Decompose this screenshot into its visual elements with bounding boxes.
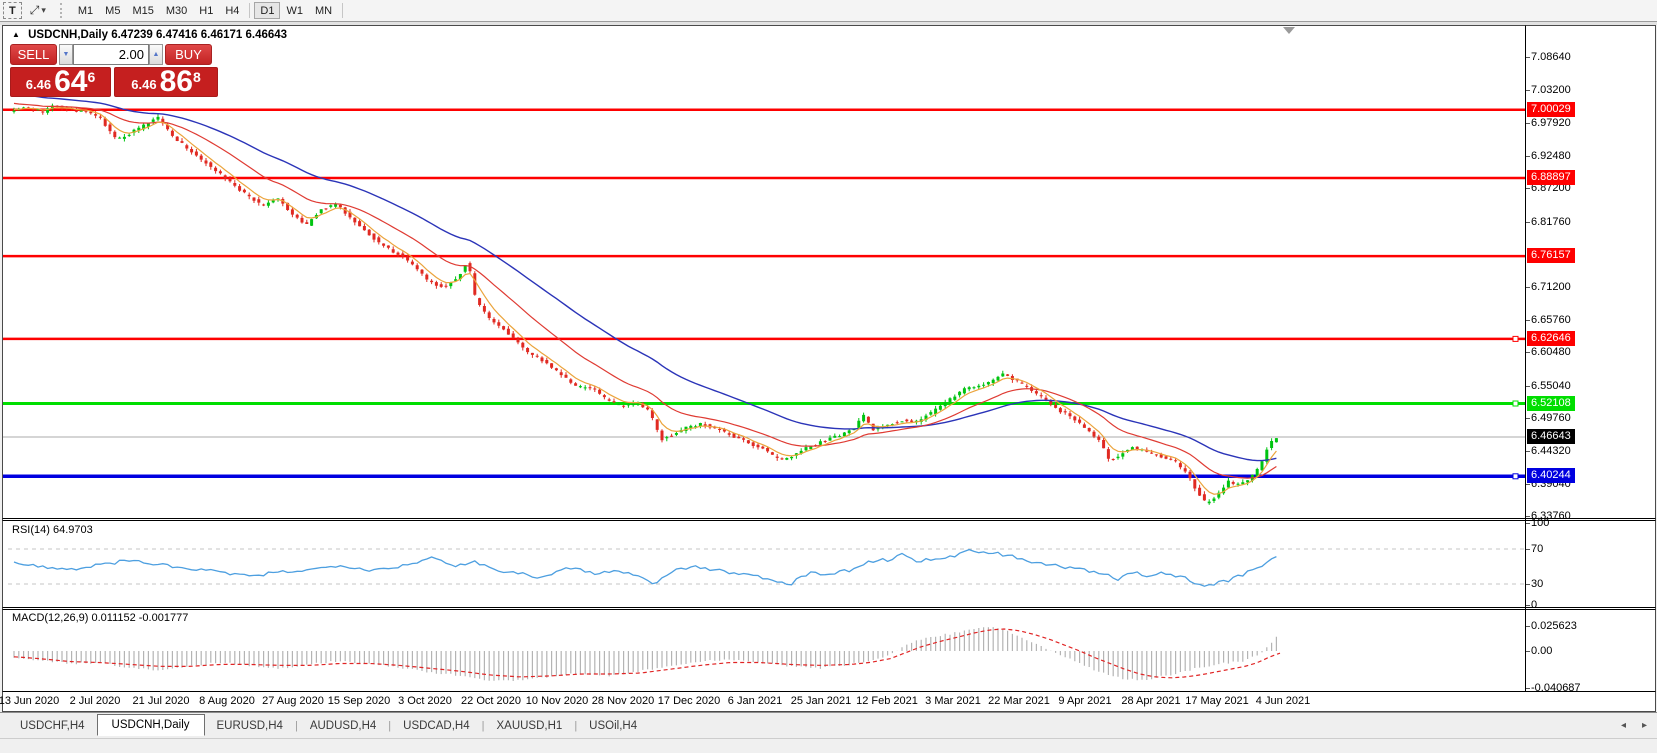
tab-scroll-right-icon[interactable]: ▸ <box>1642 720 1647 731</box>
chart-tab-usdcnh[interactable]: USDCNH,Daily <box>97 714 205 736</box>
buy-price-small: 6.46 <box>131 77 156 92</box>
price-axis-tick[interactable]: 6.60480 <box>1531 345 1571 359</box>
price-axis-tick[interactable]: 6.65760 <box>1531 313 1571 327</box>
chart-title: ▲ USDCNH,Daily 6.47239 6.47416 6.46171 6… <box>12 29 287 41</box>
buy-button[interactable]: BUY <box>165 44 212 65</box>
sell-button[interactable]: SELL <box>10 44 57 65</box>
level-price-tag[interactable]: 6.40244 <box>1527 468 1575 483</box>
price-axis-tick[interactable]: 6.92480 <box>1531 149 1571 163</box>
sell-price-small: 6.46 <box>26 77 51 92</box>
macd-axis-tick[interactable]: 0.00 <box>1531 644 1552 658</box>
date-axis-label[interactable]: 27 Aug 2020 <box>262 695 324 707</box>
price-axis-tick[interactable]: 7.03200 <box>1531 83 1571 97</box>
date-axis-label[interactable]: 13 Jun 2020 <box>0 695 59 707</box>
mt4-terminal: T ⤢ ▾ M1M5M15M30H1H4D1W1MN ▲ USDCNH,Dail… <box>0 0 1657 753</box>
rsi-axis-tick[interactable]: 100 <box>1531 516 1549 530</box>
macd-axis-tick[interactable]: -0.040687 <box>1531 681 1581 695</box>
date-axis-label[interactable]: 6 Jan 2021 <box>728 695 782 707</box>
tab-scroll-left-icon[interactable]: ◂ <box>1621 720 1626 731</box>
price-axis-tick[interactable]: 7.08640 <box>1531 50 1571 64</box>
price-axis-tick[interactable]: 6.44320 <box>1531 444 1571 458</box>
volume-increase-button[interactable]: ▲ <box>149 44 163 65</box>
date-axis-label[interactable]: 25 Jan 2021 <box>791 695 852 707</box>
rsi-axis-tick[interactable]: 0 <box>1531 598 1537 612</box>
one-click-trading-panel: SELL ▼ ▲ BUY 6.46 64 6 6.46 86 8 <box>10 44 218 97</box>
volume-decrease-button[interactable]: ▼ <box>59 44 73 65</box>
date-axis-label[interactable]: 3 Mar 2021 <box>925 695 981 707</box>
collapse-arrow-icon[interactable]: ▲ <box>12 30 20 39</box>
sell-price-sup: 6 <box>87 69 95 85</box>
current-price-tag[interactable]: 6.46643 <box>1527 429 1575 444</box>
date-axis-label[interactable]: 2 Jul 2020 <box>70 695 121 707</box>
date-axis-label[interactable]: 10 Nov 2020 <box>526 695 588 707</box>
buy-price-big: 86 <box>160 69 193 95</box>
buy-price-display[interactable]: 6.46 86 8 <box>114 67 218 97</box>
chart-tab-usoil[interactable]: USOil,H4 <box>577 716 649 736</box>
chart-tab-eurusd[interactable]: EURUSD,H4 <box>205 716 295 736</box>
chart-tab-xauusd[interactable]: XAUUSD,H1 <box>484 716 574 736</box>
date-axis-label[interactable]: 8 Aug 2020 <box>199 695 255 707</box>
date-axis-label[interactable]: 21 Jul 2020 <box>133 695 190 707</box>
level-price-tag[interactable]: 6.52108 <box>1527 396 1575 411</box>
sell-price-big: 64 <box>54 69 87 95</box>
price-axis-tick[interactable]: 6.49760 <box>1531 411 1571 425</box>
macd-axis-tick[interactable]: 0.025623 <box>1531 619 1577 633</box>
chart-canvas[interactable] <box>0 0 1657 753</box>
symbol-period-label: USDCNH,Daily <box>28 29 108 41</box>
date-axis-label[interactable]: 4 Jun 2021 <box>1256 695 1310 707</box>
rsi-axis-tick[interactable]: 30 <box>1531 577 1543 591</box>
price-axis-tick[interactable]: 6.55040 <box>1531 379 1571 393</box>
date-axis-label[interactable]: 15 Sep 2020 <box>328 695 390 707</box>
date-axis-label[interactable]: 28 Nov 2020 <box>592 695 654 707</box>
buy-price-sup: 8 <box>193 69 201 85</box>
tab-scroll-buttons: ◂ ▸ <box>1621 712 1647 738</box>
sell-price-display[interactable]: 6.46 64 6 <box>10 67 111 97</box>
price-axis-tick[interactable]: 6.71200 <box>1531 280 1571 294</box>
level-price-tag[interactable]: 6.76157 <box>1527 248 1575 263</box>
date-axis-label[interactable]: 9 Apr 2021 <box>1058 695 1111 707</box>
rsi-axis-tick[interactable]: 70 <box>1531 542 1543 556</box>
rsi-label: RSI(14) 64.9703 <box>12 524 93 536</box>
date-axis-label[interactable]: 22 Oct 2020 <box>461 695 521 707</box>
spinner-down-icon: ▼ <box>63 51 70 58</box>
price-axis-tick[interactable]: 6.81760 <box>1531 215 1571 229</box>
date-axis-label[interactable]: 28 Apr 2021 <box>1121 695 1180 707</box>
chart-tab-usdcad[interactable]: USDCAD,H4 <box>391 716 481 736</box>
chart-tab-usdchf[interactable]: USDCHF,H4 <box>8 716 97 736</box>
date-axis-label[interactable]: 3 Oct 2020 <box>398 695 452 707</box>
chart-tab-audusd[interactable]: AUDUSD,H4 <box>298 716 388 736</box>
date-axis-label[interactable]: 12 Feb 2021 <box>856 695 918 707</box>
date-axis-label[interactable]: 22 Mar 2021 <box>988 695 1050 707</box>
level-price-tag[interactable]: 6.62646 <box>1527 331 1575 346</box>
volume-input[interactable] <box>73 44 149 65</box>
status-bar <box>0 738 1657 753</box>
spinner-up-icon: ▲ <box>153 51 160 58</box>
date-axis-label[interactable]: 17 May 2021 <box>1185 695 1249 707</box>
date-axis-label[interactable]: 17 Dec 2020 <box>658 695 720 707</box>
level-price-tag[interactable]: 7.00029 <box>1527 102 1575 117</box>
level-price-tag[interactable]: 6.88897 <box>1527 170 1575 185</box>
chart-tab-bar: USDCHF,H4USDCNH,DailyEURUSD,H4|AUDUSD,H4… <box>0 712 1657 738</box>
macd-label: MACD(12,26,9) 0.011152 -0.001777 <box>12 612 188 624</box>
price-axis-tick[interactable]: 6.97920 <box>1531 116 1571 130</box>
ohlc-values: 6.47239 6.47416 6.46171 6.46643 <box>111 29 287 41</box>
